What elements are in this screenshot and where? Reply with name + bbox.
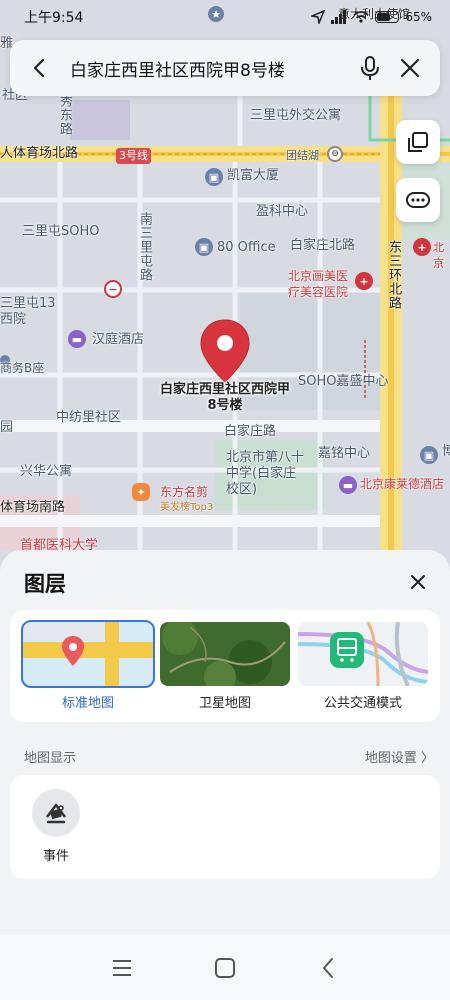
map-label: 三里屯外交公寓 — [250, 108, 342, 123]
layer-options-card: 标准地图 卫星地图 公共交通模式 — [10, 610, 440, 722]
event-icon — [32, 789, 80, 837]
status-time: 上午9:54 — [24, 10, 84, 26]
metro-line-badge: 3号线 — [116, 148, 151, 164]
map-settings-link[interactable]: 地图设置 〉 — [365, 747, 434, 766]
map-label: 园 — [0, 420, 14, 435]
map-label: 体育场南路 — [0, 500, 66, 515]
map-label: 团结湖 — [286, 149, 319, 162]
back-icon — [323, 957, 334, 978]
location-arrow-icon — [311, 10, 326, 24]
back-button[interactable] — [20, 48, 60, 88]
back-arrow-icon — [33, 58, 45, 78]
layers-sheet: 图层 标准地图 卫星地图 公共交通模式 地图显示 地图设置 〉 事件 — [0, 550, 450, 1000]
layer-label: 公共交通模式 — [323, 696, 402, 711]
layer-option-standard[interactable]: 标准地图 — [21, 620, 155, 711]
clear-search-button[interactable] — [390, 48, 430, 88]
standard-map-thumbnail — [21, 620, 155, 688]
no-entry-icon: − — [104, 280, 122, 298]
close-sheet-button[interactable] — [402, 566, 434, 598]
close-icon — [411, 575, 425, 589]
battery-icon — [375, 11, 400, 23]
building-icon[interactable]: ▣ — [195, 238, 213, 256]
search-input[interactable]: 白家庄西里社区西院甲8号楼 — [60, 56, 350, 81]
sheet-title: 图层 — [24, 572, 66, 596]
battery-percent: 65% — [405, 10, 432, 24]
map-label: 白家庄北路 — [290, 238, 356, 253]
transit-map-thumbnail — [298, 622, 428, 686]
map-label: 商务B座 — [0, 361, 45, 375]
layer-option-transit[interactable]: 公共交通模式 — [298, 622, 428, 711]
voice-search-button[interactable] — [350, 48, 390, 88]
map-label: 博 — [442, 444, 450, 459]
back-nav-button[interactable] — [303, 943, 353, 993]
hotel-icon[interactable]: ▣ — [205, 168, 223, 186]
status-icons: 65% — [311, 10, 432, 24]
layer-option-satellite[interactable]: 卫星地图 — [160, 622, 290, 711]
status-bar: 上午9:54 65% — [0, 0, 450, 34]
map-label: 北京画美医疗美容医院 — [288, 269, 349, 299]
more-button[interactable] — [396, 178, 440, 222]
layers-icon — [408, 132, 428, 152]
map-label: 北京康莱德酒店 — [360, 477, 445, 491]
hotel-icon[interactable]: ▬ — [68, 330, 86, 348]
map-label: 美发榜Top3 — [160, 502, 214, 513]
hospital-icon[interactable]: + — [413, 238, 431, 256]
map-display-heading: 地图显示 — [24, 751, 77, 766]
metro-station-icon: ⊖ — [327, 146, 343, 162]
event-label: 事件 — [42, 849, 69, 864]
map-label: 三里屯13西院 — [0, 296, 56, 327]
microphone-icon — [361, 56, 379, 80]
location-pin-icon[interactable] — [198, 318, 252, 384]
satellite-map-thumbnail — [160, 622, 290, 686]
map-label: 中纺里社区 — [56, 410, 122, 425]
map-label: 人体育场北路 — [0, 146, 79, 161]
signal-icon — [331, 10, 347, 24]
hospital-icon[interactable]: + — [355, 272, 373, 290]
hotel-icon[interactable]: ▬ — [339, 476, 357, 494]
building-icon[interactable]: ▣ — [420, 446, 438, 464]
map-label: 北京市第八十中学(白家庄校区) — [226, 450, 305, 497]
map-label: 凯富大厦 — [227, 168, 280, 183]
map-display-card: 事件 — [10, 775, 440, 879]
layer-label: 卫星地图 — [198, 696, 251, 711]
home-button[interactable] — [200, 943, 250, 993]
map-label: 秀东路 — [57, 94, 72, 136]
salon-icon[interactable]: ✦ — [132, 483, 150, 501]
event-toggle[interactable]: 事件 — [30, 789, 82, 864]
search-bar[interactable]: 白家庄西里社区西院甲8号楼 — [10, 40, 440, 96]
layers-button[interactable] — [396, 120, 440, 164]
map-label: 嘉铭中心 — [318, 446, 371, 461]
map-label: 白家庄路 — [224, 424, 277, 439]
map-label: 东方名剪 — [160, 485, 209, 499]
map-label: 盈科中心 — [256, 204, 309, 219]
map-label: 80 Office — [217, 240, 276, 255]
wifi-icon — [353, 11, 369, 23]
menu-icon — [112, 959, 131, 976]
marker-label: 白家庄西里社区西院甲8号楼 — [160, 382, 291, 413]
map-label: 兴华公寓 — [20, 464, 73, 479]
recent-apps-button[interactable] — [97, 943, 147, 993]
layer-label: 标准地图 — [61, 696, 114, 711]
map-label: 汉庭酒店 — [92, 332, 145, 347]
more-icon — [406, 192, 430, 208]
close-icon — [400, 58, 420, 78]
map-label: 东三环北路 — [386, 240, 401, 310]
home-icon — [214, 957, 235, 978]
map-label: 南三里屯路 — [137, 212, 152, 282]
map-label: 北京中国 — [433, 241, 444, 268]
map-label: SOHO嘉盛中心 — [298, 374, 389, 389]
map-label: 三里屯SOHO — [22, 224, 100, 239]
system-nav-bar — [0, 935, 450, 1000]
